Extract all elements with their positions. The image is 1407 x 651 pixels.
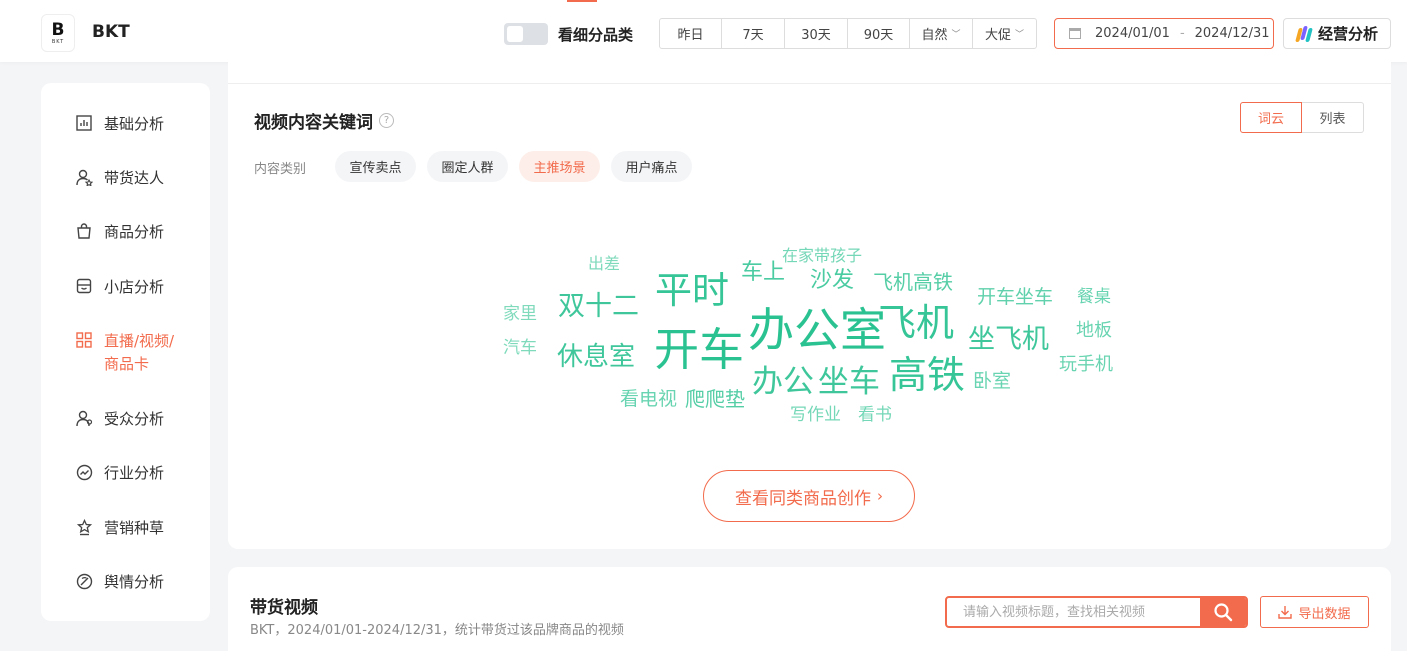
- cloud-word[interactable]: 飞机: [878, 304, 954, 342]
- cloud-word[interactable]: 高铁: [889, 356, 965, 394]
- cloud-word[interactable]: 汽车: [503, 340, 537, 357]
- date-end: 2024/12/31: [1194, 26, 1270, 41]
- business-analysis-button[interactable]: 经营分析: [1283, 18, 1391, 49]
- download-icon: [1278, 606, 1293, 619]
- view-similar-label: 查看同类商品创作: [735, 488, 871, 509]
- sentiment-icon: [75, 572, 93, 590]
- video-card-title: 带货视频: [250, 598, 318, 618]
- sidebar-item-label: 商品分析: [104, 223, 165, 241]
- brand-logo[interactable]: B BKT: [41, 14, 75, 52]
- range-7d-button[interactable]: 7天: [722, 19, 785, 48]
- cloud-word[interactable]: 家里: [503, 306, 537, 323]
- business-analysis-label: 经营分析: [1317, 25, 1378, 43]
- cloud-word[interactable]: 坐车: [818, 367, 880, 398]
- video-card-subtitle: BKT，2024/01/01-2024/12/31，统计带货过该品牌商品的视频: [250, 623, 624, 638]
- keyword-card: 视频内容关键词 ? 词云 列表 内容类别 宣传卖点 圈定人群 主推场景 用户痛点…: [228, 62, 1391, 549]
- cloud-word[interactable]: 写作业: [790, 407, 841, 424]
- sidebar-item-label: 行业分析: [104, 464, 165, 482]
- range-90d-button[interactable]: 90天: [848, 19, 910, 48]
- cloud-word[interactable]: 看书: [858, 407, 892, 424]
- sidebar-item-sentiment[interactable]: 舆情分析: [75, 571, 195, 594]
- scroll-indicator: [567, 0, 597, 2]
- date-start: 2024/01/01: [1095, 26, 1170, 41]
- sidebar-item-label: 受众分析: [104, 410, 165, 428]
- calendar-icon: [1069, 28, 1081, 39]
- shopping-bag-icon: [75, 222, 93, 240]
- subcategory-toggle[interactable]: [504, 23, 548, 45]
- logo-letter: B: [51, 19, 65, 40]
- cloud-word[interactable]: 开车: [654, 327, 744, 372]
- cloud-word[interactable]: 办公室: [748, 307, 886, 353]
- sidebar-item-store-analysis[interactable]: 小店分析: [75, 276, 195, 299]
- store-icon: [75, 277, 93, 295]
- date-separator: -: [1179, 26, 1185, 41]
- sidebar-item-label: 带货达人: [104, 169, 165, 187]
- video-search: [945, 596, 1248, 628]
- search-button[interactable]: [1200, 598, 1246, 626]
- view-similar-products-button[interactable]: 查看同类商品创作 ›: [703, 470, 915, 522]
- range-yesterday-button[interactable]: 昨日: [660, 19, 722, 48]
- toggle-knob: [507, 26, 523, 42]
- grid-icon: [75, 331, 93, 349]
- sidebar-item-live-video-card[interactable]: 直播/视频/商品卡: [75, 330, 195, 376]
- promo-period-dropdown[interactable]: 大促 ﹀: [973, 19, 1036, 48]
- cloud-word[interactable]: 沙发: [810, 270, 854, 292]
- natural-period-label: 自然: [921, 28, 948, 43]
- video-card: 带货视频 BKT，2024/01/01-2024/12/31，统计带货过该品牌商…: [228, 567, 1391, 651]
- natural-period-dropdown[interactable]: 自然 ﹀: [910, 19, 973, 48]
- sprout-icon: [75, 518, 93, 536]
- top-bar: B BKT BKT 看细分品类 昨日 7天 30天 90天 自然 ﹀ 大促 ﹀ 20…: [0, 0, 1407, 62]
- cloud-word[interactable]: 餐桌: [1077, 289, 1111, 306]
- cloud-word[interactable]: 平时: [655, 272, 729, 309]
- cloud-word[interactable]: 车上: [741, 262, 785, 284]
- cloud-word[interactable]: 办公: [752, 367, 814, 398]
- sidebar-item-label: 直播/视频/商品卡: [104, 332, 175, 373]
- cloud-word[interactable]: 出差: [588, 256, 620, 272]
- brand-name: BKT: [92, 22, 130, 42]
- cloud-word[interactable]: 玩手机: [1059, 356, 1113, 374]
- audience-icon: [75, 409, 93, 427]
- sidebar-item-influencers[interactable]: 带货达人: [75, 167, 195, 190]
- user-star-icon: [75, 168, 93, 186]
- cloud-word[interactable]: 双十二: [558, 293, 639, 320]
- trend-icon: [75, 463, 93, 481]
- subcategory-toggle-label: 看细分品类: [558, 26, 634, 44]
- cloud-word[interactable]: 爬爬垫: [685, 389, 745, 409]
- bar-chart-icon: [75, 114, 93, 132]
- cloud-word[interactable]: 在家带孩子: [782, 248, 862, 264]
- range-30d-button[interactable]: 30天: [785, 19, 848, 48]
- video-search-input[interactable]: [947, 598, 1200, 626]
- cloud-word[interactable]: 地板: [1076, 322, 1112, 340]
- business-analysis-icon: [1295, 25, 1313, 42]
- sidebar-item-label: 营销种草: [104, 519, 165, 537]
- sidebar: 基础分析 带货达人 商品分析 小店分析 直播/视频/商品卡 受众分析 行业分析 …: [41, 83, 210, 621]
- export-data-label: 导出数据: [1298, 606, 1351, 622]
- sidebar-item-industry-analysis[interactable]: 行业分析: [75, 462, 195, 485]
- cloud-word[interactable]: 看电视: [620, 390, 677, 409]
- sidebar-item-basic-analysis[interactable]: 基础分析: [75, 113, 195, 136]
- date-range-picker[interactable]: 2024/01/01 - 2024/12/31: [1054, 18, 1274, 49]
- cloud-word[interactable]: 卧室: [973, 372, 1011, 391]
- cloud-word[interactable]: 坐飞机: [968, 326, 1049, 353]
- chevron-right-icon: ›: [877, 487, 883, 505]
- sidebar-item-marketing[interactable]: 营销种草: [75, 517, 195, 540]
- cloud-word[interactable]: 开车坐车: [977, 288, 1053, 307]
- search-icon: [1214, 603, 1233, 622]
- chevron-down-icon: ﹀: [1015, 30, 1025, 40]
- cloud-word[interactable]: 飞机高铁: [873, 272, 953, 292]
- export-data-button[interactable]: 导出数据: [1260, 596, 1369, 628]
- date-range-presets: 昨日 7天 30天 90天 自然 ﹀ 大促 ﹀: [659, 18, 1037, 49]
- chevron-down-icon: ﹀: [951, 30, 961, 40]
- sidebar-item-label: 基础分析: [104, 115, 165, 133]
- cloud-word[interactable]: 休息室: [557, 344, 635, 370]
- sidebar-item-product-analysis[interactable]: 商品分析: [75, 221, 195, 244]
- sidebar-item-audience-analysis[interactable]: 受众分析: [75, 408, 195, 431]
- logo-subtext: BKT: [51, 38, 65, 45]
- promo-period-label: 大促: [984, 28, 1011, 43]
- sidebar-item-label: 小店分析: [104, 278, 165, 296]
- sidebar-item-label: 舆情分析: [104, 573, 165, 591]
